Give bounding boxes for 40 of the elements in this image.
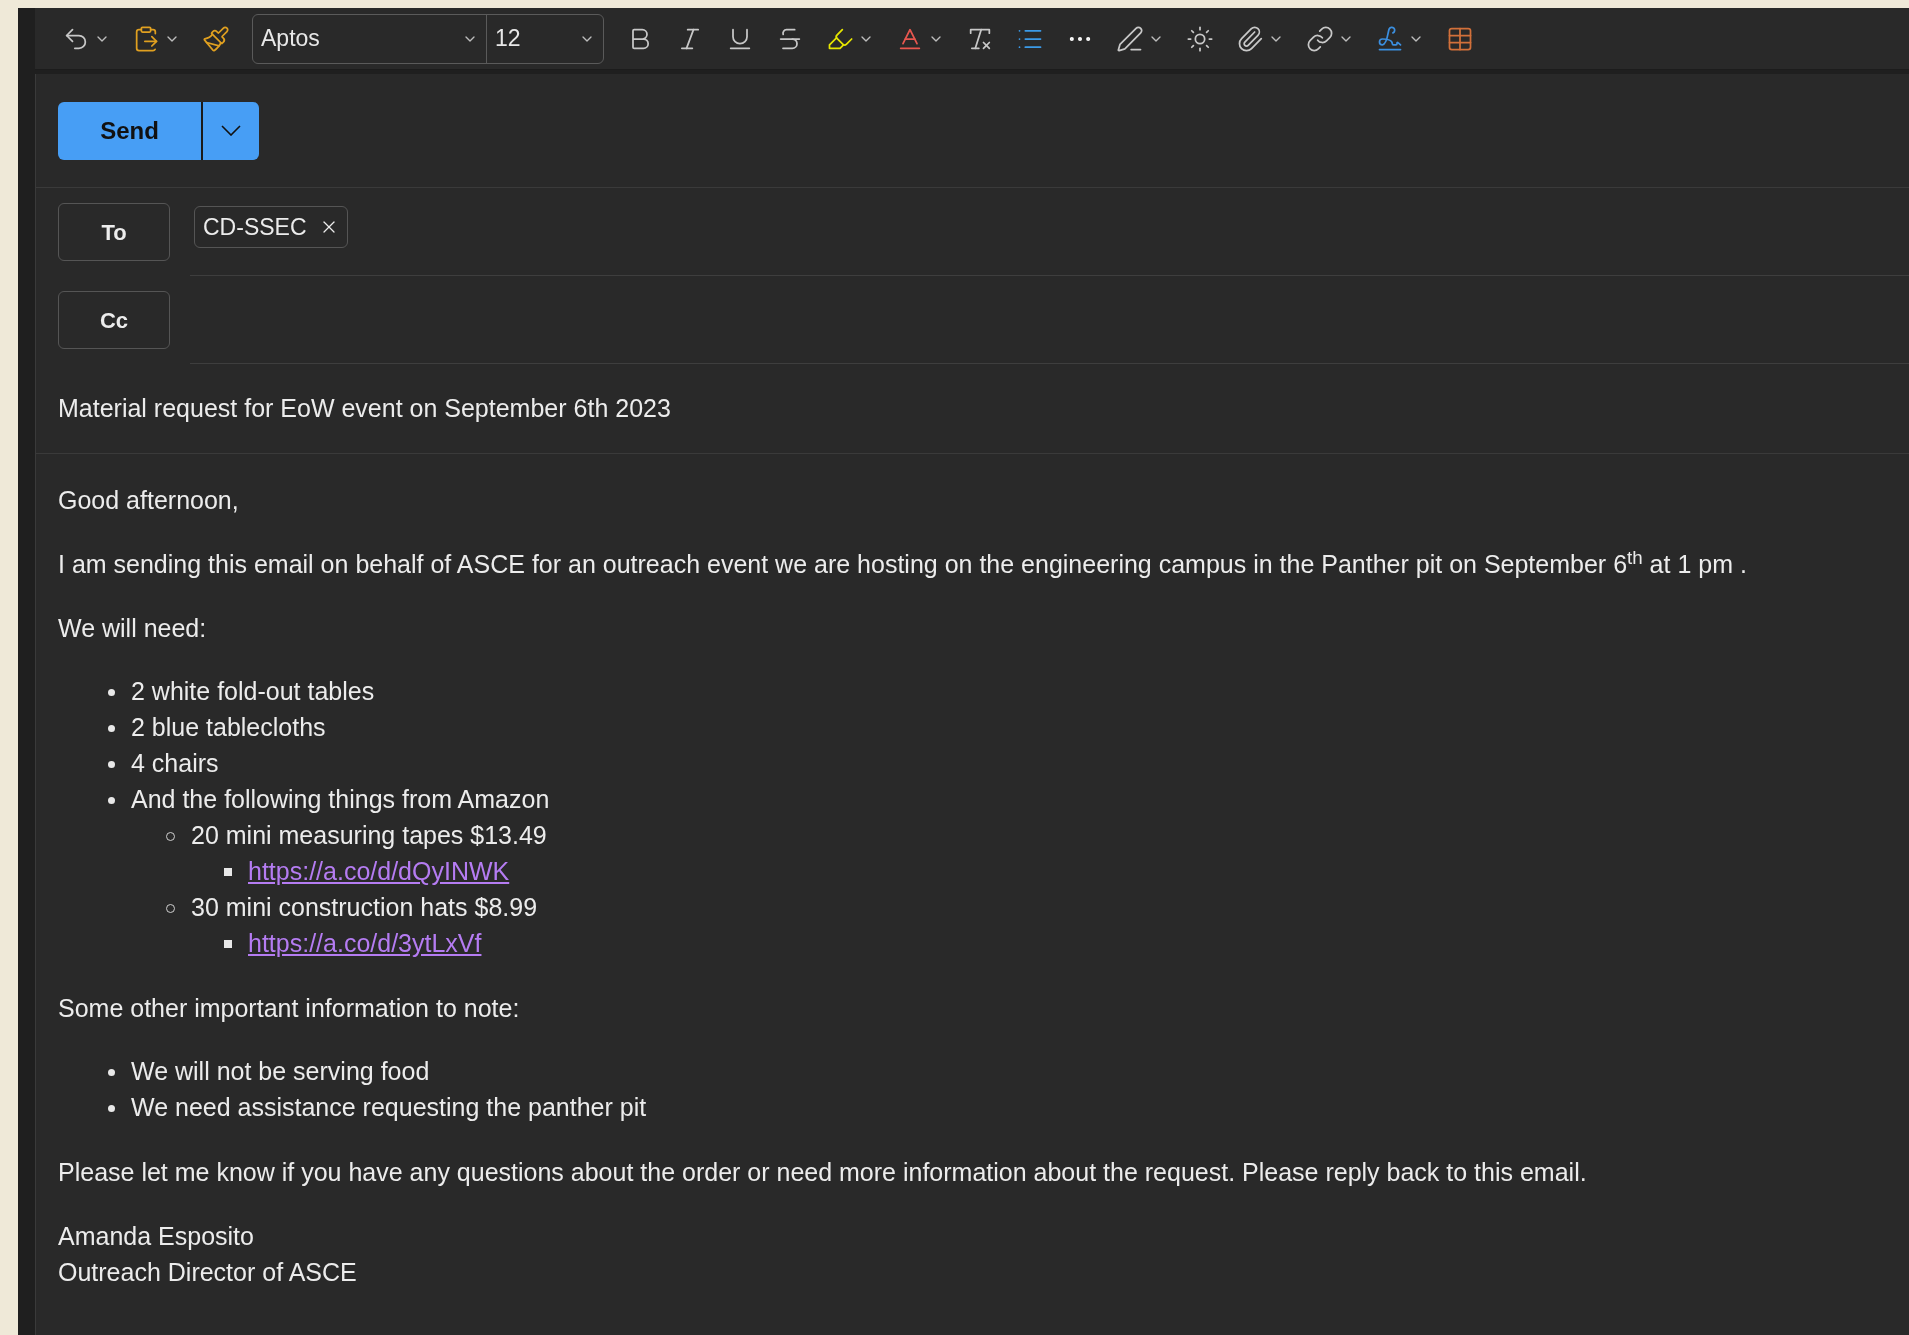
list-item-text: And the following things from Amazon — [131, 784, 550, 816]
list-item-text: 2 blue tablecloths — [131, 712, 326, 744]
font-size-field[interactable]: 12 — [487, 14, 603, 63]
subject-field[interactable]: Material request for EoW event on September 6th 2023 — [58, 389, 671, 428]
list-item-text: 2 white fold-out tables — [131, 676, 375, 708]
send-button[interactable]: Send — [58, 101, 203, 160]
to-button[interactable]: To — [58, 203, 170, 261]
bullet-icon — [108, 796, 115, 804]
font-name-field[interactable]: Aptos — [253, 14, 487, 63]
bullet-icon — [108, 724, 115, 732]
list-item-text: 30 mini construction hats $8.99 — [191, 892, 538, 924]
paintbrush-icon[interactable] — [202, 24, 230, 53]
link-icon[interactable] — [1306, 24, 1334, 53]
link[interactable]: https://a.co/d/dQyINWK — [248, 853, 510, 891]
body-paragraph: Good afternoon, — [58, 485, 240, 516]
paperclip-icon[interactable] — [1236, 24, 1264, 53]
body-paragraph: Some other important information to note: — [58, 993, 521, 1024]
list-item-text: We will not be serving food — [131, 1056, 430, 1088]
signature-line: Amanda Esposito — [58, 1221, 255, 1252]
bullet-icon — [224, 940, 232, 948]
signature-icon[interactable] — [1376, 24, 1404, 53]
list-item-text: 4 chairs — [131, 748, 219, 780]
body-paragraph: I am sending this email on behalf of ASCE for an outreach event we are hosting on the engineering campus in the Panther pit on September 6$^{th}$ at 1 pm . — [58, 546, 1748, 580]
chevron-down-icon — [221, 125, 241, 136]
send-options-button[interactable] — [203, 101, 259, 160]
pen-icon[interactable] — [1116, 24, 1144, 53]
list-item-text: We need assistance requesting the panther pit — [131, 1092, 647, 1124]
bullet-icon — [108, 1104, 115, 1112]
signature-line: Outreach Director of ASCE — [58, 1257, 358, 1288]
cc-button[interactable]: Cc — [58, 291, 170, 349]
bullet-icon — [108, 760, 115, 768]
recipient-chip[interactable]: CD-SSEC — [194, 206, 348, 248]
link[interactable]: https://a.co/d/3ytLxVf — [248, 925, 482, 963]
body-paragraph: We will need: — [58, 613, 208, 644]
list-item-text: 20 mini measuring tapes $13.49 — [191, 820, 547, 852]
sun-icon[interactable] — [1186, 24, 1214, 53]
bullet-icon — [108, 1068, 115, 1076]
body-paragraph: Please let me know if you have any questions about the order or need more information about the request. Please reply back to this email. — [58, 1157, 1588, 1188]
bullet-icon — [108, 688, 115, 696]
bullet-icon — [224, 868, 232, 876]
